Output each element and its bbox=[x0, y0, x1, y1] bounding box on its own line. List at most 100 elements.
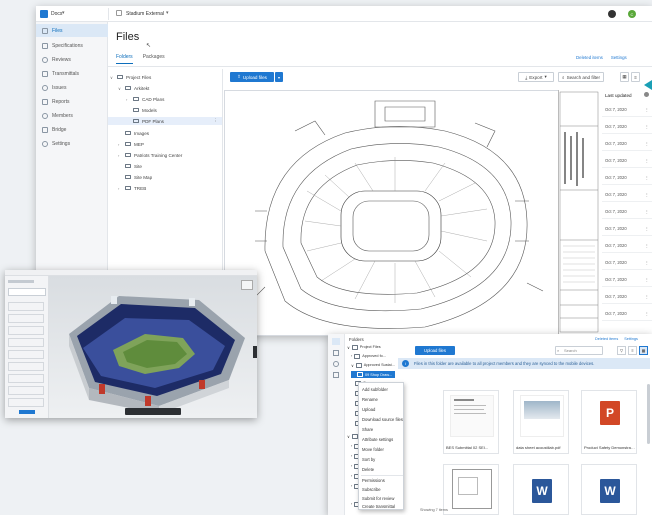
sidebar-item-files[interactable]: Files bbox=[36, 24, 108, 37]
menu-item-upload[interactable]: Upload bbox=[362, 407, 375, 412]
grid-view-button[interactable]: ▦ bbox=[639, 346, 648, 355]
tree-item[interactable]: › Approved fo... bbox=[351, 354, 386, 359]
sidebar-item-bridge[interactable]: Bridge bbox=[36, 123, 108, 136]
sheet-item[interactable] bbox=[8, 302, 44, 311]
chevron-right-icon[interactable]: › bbox=[118, 153, 122, 158]
menu-item-create-transmittal[interactable]: Create transmittal bbox=[362, 504, 395, 509]
help-icon[interactable] bbox=[608, 10, 616, 18]
sidebar-item-members[interactable]: Members bbox=[36, 109, 108, 122]
sheet-item[interactable] bbox=[8, 326, 44, 335]
menu-item-delete[interactable]: Delete bbox=[362, 467, 374, 472]
more-icon[interactable]: ⋮ bbox=[645, 294, 649, 299]
tree-item[interactable]: Models bbox=[126, 106, 157, 114]
tree-item[interactable]: ∨ Arkitekt bbox=[118, 84, 149, 92]
tab-packages[interactable]: Packages bbox=[143, 54, 165, 64]
scrollbar[interactable] bbox=[647, 384, 650, 444]
more-icon[interactable]: ⋮ bbox=[645, 107, 649, 112]
send-icon[interactable] bbox=[333, 372, 339, 378]
filter-icon[interactable]: ▽ bbox=[617, 346, 626, 355]
table-row[interactable]: Oct 7, 2020 ⋮ bbox=[602, 272, 652, 287]
more-icon[interactable]: ⋮ bbox=[645, 124, 649, 129]
settings-link[interactable]: Settings bbox=[624, 337, 638, 341]
list-view-button[interactable]: ≡ bbox=[628, 346, 637, 355]
file-card[interactable]: W bbox=[581, 464, 637, 515]
sidebar-item-specifications[interactable]: Specifications bbox=[36, 39, 108, 52]
tree-item[interactable]: Images bbox=[118, 129, 149, 137]
tree-item-selected[interactable]: 09 Shop Draw... bbox=[351, 371, 395, 378]
menu-item-download[interactable]: Download source files bbox=[362, 417, 403, 422]
menu-item-move-folder[interactable]: Move folder bbox=[362, 447, 384, 452]
sheet-item[interactable] bbox=[8, 386, 44, 395]
table-row[interactable]: Oct 7, 2020 ⋮ bbox=[602, 306, 652, 321]
chevron-right-icon[interactable]: › bbox=[351, 484, 352, 489]
check-icon[interactable] bbox=[333, 361, 339, 367]
tree-item[interactable]: Site bbox=[118, 162, 142, 170]
chevron-right-icon[interactable]: › bbox=[126, 97, 130, 102]
tree-item[interactable]: › Patriots Training Center bbox=[118, 151, 182, 159]
tree-item[interactable]: › CAD Plans bbox=[126, 95, 164, 103]
column-settings-icon[interactable] bbox=[644, 92, 649, 97]
file-card[interactable] bbox=[443, 464, 499, 515]
chevron-right-icon[interactable]: › bbox=[351, 474, 352, 479]
settings-link[interactable]: Settings bbox=[611, 55, 627, 60]
chevron-down-icon[interactable]: ∨ bbox=[118, 86, 122, 91]
sheet-item[interactable] bbox=[8, 398, 44, 407]
deleted-items-link[interactable]: Deleted items bbox=[595, 337, 618, 341]
menu-item-attribute-settings[interactable]: Attribute settings bbox=[362, 437, 393, 442]
upload-dropdown-button[interactable]: ▾ bbox=[275, 72, 283, 82]
upload-files-button[interactable]: ⇪ Upload files bbox=[230, 72, 274, 82]
folder-icon[interactable] bbox=[332, 338, 340, 345]
file-card[interactable]: P Product Safety Demonstrati... bbox=[581, 390, 637, 454]
chevron-right-icon[interactable]: › bbox=[351, 502, 352, 507]
menu-item-permissions[interactable]: Permissions bbox=[362, 478, 385, 483]
project-label[interactable]: Docs bbox=[51, 11, 62, 17]
panel-toggle-button[interactable] bbox=[253, 346, 257, 358]
column-header-last-updated[interactable]: Last updated bbox=[605, 93, 632, 98]
more-icon[interactable]: ⋮ bbox=[645, 158, 649, 163]
menu-item-add-subfolder[interactable]: Add subfolder bbox=[362, 387, 388, 392]
more-icon[interactable]: ⋮ bbox=[645, 175, 649, 180]
file-card[interactable]: BES Submittal 02 SEI... bbox=[443, 390, 499, 454]
menu-item-rename[interactable]: Rename bbox=[362, 397, 378, 402]
grid-view-button[interactable]: ▦ bbox=[620, 72, 629, 82]
menu-item-share[interactable]: Share bbox=[362, 427, 373, 432]
menu-item-submit-for-review[interactable]: Submit for review bbox=[362, 496, 394, 501]
more-icon[interactable]: ⋮ bbox=[645, 141, 649, 146]
deleted-items-link[interactable]: Deleted items bbox=[576, 55, 603, 60]
chevron-down-icon[interactable]: ∨ bbox=[347, 345, 350, 350]
table-row[interactable]: Oct 7, 2020 ⋮ bbox=[602, 204, 652, 219]
sidebar-item-reports[interactable]: Reports bbox=[36, 95, 108, 108]
chevron-down-icon[interactable]: ∨ bbox=[351, 363, 354, 368]
chevron-right-icon[interactable]: › bbox=[351, 454, 352, 459]
table-row[interactable]: Oct 7, 2020 ⋮ bbox=[602, 289, 652, 304]
menu-item-subscribe[interactable]: Subscribe bbox=[362, 487, 381, 492]
more-icon[interactable]: ⋮ bbox=[645, 260, 649, 265]
avatar[interactable]: C bbox=[628, 10, 636, 18]
more-icon[interactable]: ⋮ bbox=[645, 243, 649, 248]
project-selector[interactable]: Stadium External bbox=[126, 11, 164, 17]
drawing-preview[interactable] bbox=[224, 90, 562, 336]
more-icon[interactable]: ⋮ bbox=[213, 118, 218, 124]
table-row[interactable]: Oct 7, 2020 ⋮ bbox=[602, 102, 652, 117]
table-row[interactable]: Oct 7, 2020 ⋮ bbox=[602, 187, 652, 202]
model-3d-viewport[interactable] bbox=[49, 276, 257, 418]
viewer-action-button[interactable] bbox=[19, 410, 35, 414]
list-view-button[interactable]: ≡ bbox=[631, 72, 640, 82]
sheet-item[interactable] bbox=[8, 362, 44, 371]
sheet-item[interactable] bbox=[8, 314, 44, 323]
tree-item[interactable]: ∨ Project Files bbox=[347, 345, 381, 350]
table-row[interactable]: Oct 7, 2020 ⋮ bbox=[602, 153, 652, 168]
tab-folders[interactable]: Folders bbox=[116, 54, 133, 64]
chevron-down-icon[interactable]: ▾ bbox=[166, 10, 169, 16]
file-card[interactable]: W bbox=[513, 464, 569, 515]
sheet-item[interactable] bbox=[8, 338, 44, 347]
more-icon[interactable]: ⋮ bbox=[645, 209, 649, 214]
menu-item-sort-by[interactable]: Sort by bbox=[362, 457, 375, 462]
chevron-right-icon[interactable]: › bbox=[118, 142, 122, 147]
more-icon[interactable]: ⋮ bbox=[645, 192, 649, 197]
sidebar-item-settings[interactable]: Settings bbox=[36, 137, 108, 150]
tree-item[interactable]: › TREB bbox=[118, 184, 146, 192]
view-cube-icon[interactable] bbox=[241, 280, 253, 290]
sidebar-item-transmittals[interactable]: Transmittals bbox=[36, 67, 108, 80]
file-card[interactable]: data sheet acoustilab.pdf bbox=[513, 390, 569, 454]
